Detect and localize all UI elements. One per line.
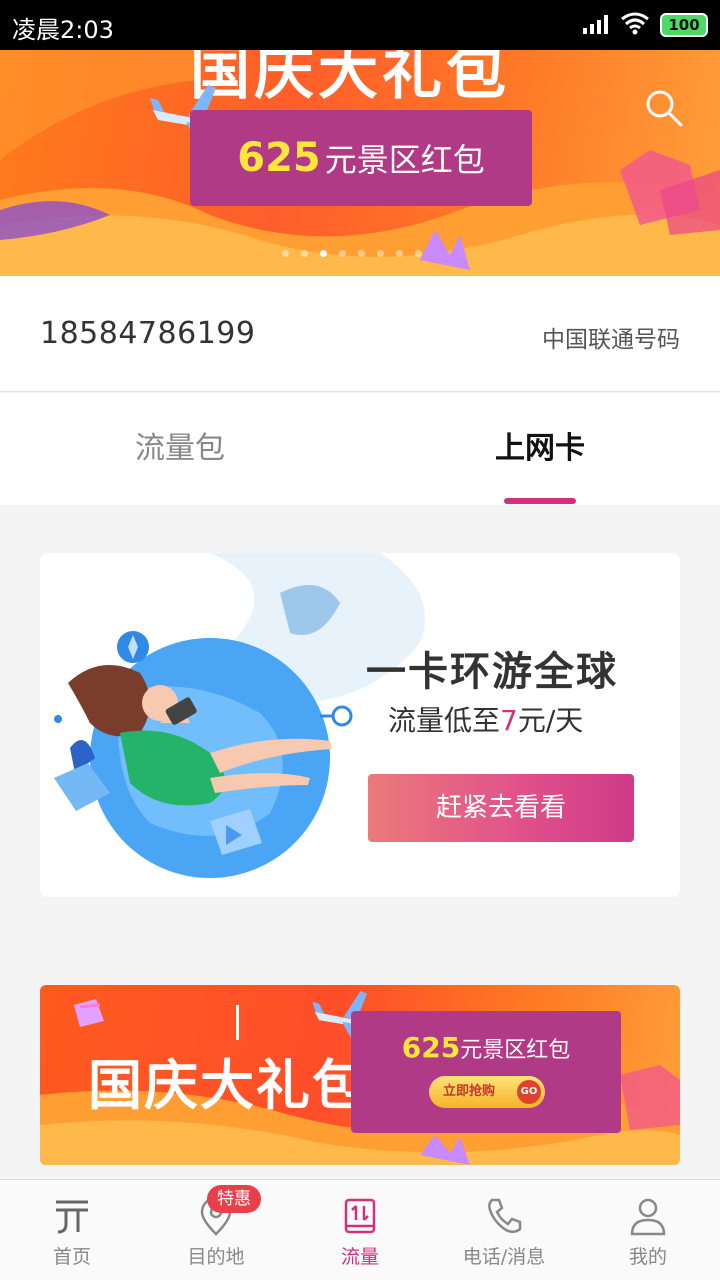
- nav-item-phone-message[interactable]: 电话/消息: [432, 1180, 576, 1280]
- bottom-banner-promo-text: 元景区红包: [460, 1038, 571, 1063]
- top-promo-banner[interactable]: 国庆大礼包 625 元景区红包: [0, 50, 720, 276]
- traveler-illustration: [54, 553, 425, 878]
- phone-icon: [488, 1198, 522, 1233]
- global-card-promo[interactable]: 一卡环游全球 流量低至7元/天 赶紧去看看: [40, 553, 680, 897]
- carousel-dot: [339, 250, 346, 257]
- banner-promo-text: 元景区红包: [324, 141, 485, 179]
- go-badge: GO: [517, 1080, 541, 1104]
- nav-item-mine[interactable]: 我的: [576, 1180, 720, 1280]
- bottom-navigation: 首页 目的地 流量 电话/消息 我的: [0, 1179, 720, 1280]
- carousel-dot: [358, 250, 365, 257]
- tab-internet-card[interactable]: 上网卡: [360, 393, 720, 505]
- carousel-dot: [415, 250, 422, 257]
- profile-icon: [630, 1198, 666, 1236]
- go-look-button[interactable]: 赶紧去看看: [368, 774, 634, 842]
- banner-promo-amount: 625: [237, 135, 321, 181]
- carousel-dot: [301, 250, 308, 257]
- national-day-promo-banner[interactable]: 国庆大礼包 625元景区红包 立即抢购 GO: [40, 985, 680, 1165]
- nav-label-home: 首页: [52, 1246, 91, 1268]
- card-subline: 流量低至7元/天: [388, 699, 583, 739]
- signal-icon: [583, 15, 608, 34]
- tab-bar: 流量包 上网卡: [0, 393, 720, 505]
- nav-label-phone-message: 电话/消息: [462, 1246, 546, 1268]
- search-icon[interactable]: [644, 88, 684, 128]
- nav-item-home[interactable]: 首页: [0, 1180, 144, 1280]
- banner-promo-box: 625 元景区红包: [190, 110, 532, 206]
- active-tab-indicator: [504, 498, 576, 504]
- carousel-dot: [282, 250, 289, 257]
- bottom-banner-promo-line: 625元景区红包: [351, 1031, 621, 1064]
- carousel-dot: [396, 250, 403, 257]
- nav-label-destination: 目的地: [187, 1246, 245, 1268]
- carousel-dot: [320, 250, 327, 257]
- nav-label-data: 流量: [340, 1246, 379, 1268]
- phone-number: 18584786199: [40, 316, 256, 351]
- bottom-banner-title: 国庆大礼包: [88, 1054, 368, 1117]
- bottom-banner-promo-box: 625元景区红包 立即抢购 GO: [351, 1011, 621, 1133]
- buy-now-label: 立即抢购: [443, 1084, 496, 1099]
- status-time: 凌晨2:03: [12, 16, 114, 44]
- nav-label-mine: 我的: [628, 1246, 667, 1268]
- carrier-label: 中国联通号码: [542, 327, 680, 353]
- card-sub-prefix: 流量低至: [388, 704, 501, 737]
- battery-icon: 100: [660, 13, 708, 37]
- card-sub-price: 7: [500, 704, 518, 737]
- bottom-banner-promo-amount: 625: [401, 1031, 461, 1064]
- wifi-icon: [621, 12, 649, 35]
- card-sub-suffix: 元/天: [517, 704, 584, 737]
- carousel-indicator: [282, 250, 422, 257]
- buy-now-button[interactable]: 立即抢购 GO: [429, 1076, 545, 1108]
- card-headline: 一卡环游全球: [366, 649, 618, 695]
- data-traffic-icon: [344, 1198, 376, 1234]
- special-offer-badge: 特惠: [207, 1185, 261, 1213]
- nav-item-data[interactable]: 流量: [288, 1180, 432, 1280]
- status-bar: 凌晨2:03 100: [0, 0, 720, 50]
- account-row[interactable]: 18584786199 中国联通号码: [0, 276, 720, 392]
- carousel-dot: [377, 250, 384, 257]
- home-icon: [56, 1200, 88, 1234]
- tab-data-package[interactable]: 流量包: [0, 393, 360, 505]
- banner-title: 国庆大礼包: [190, 50, 510, 108]
